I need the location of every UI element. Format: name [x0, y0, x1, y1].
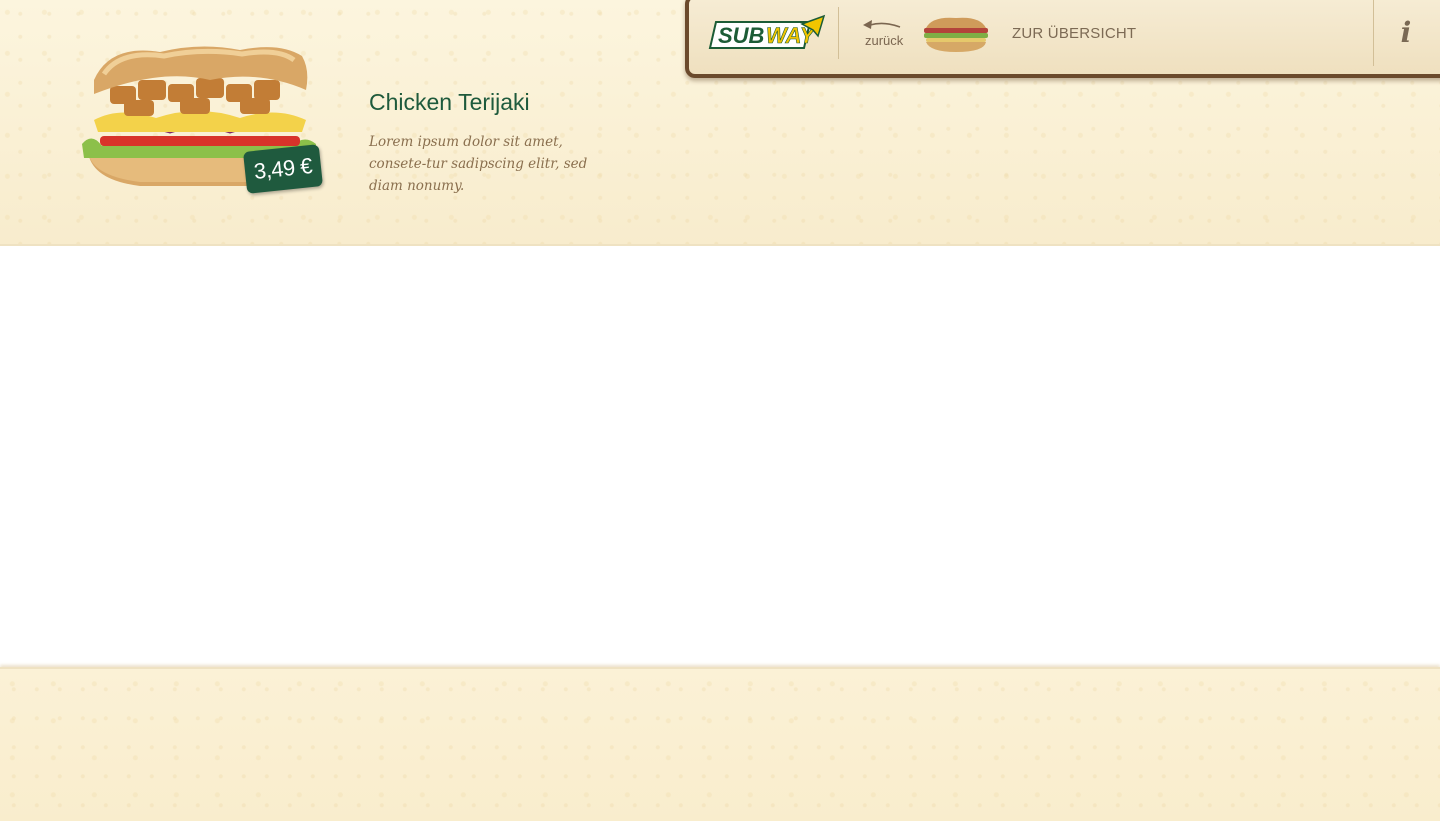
footer-band: [0, 667, 1440, 821]
subway-logo[interactable]: SUB WAY: [706, 14, 826, 50]
product-description: Lorem ipsum dolor sit amet, consete-tur …: [369, 134, 588, 194]
overview-link[interactable]: ZUR ÜBERSICHT: [1012, 25, 1136, 42]
logo-text-sub: SUB: [718, 23, 765, 48]
nav-divider: [838, 7, 839, 59]
back-arrow-icon: [863, 20, 901, 29]
content-area: [0, 246, 1440, 667]
product-title: Chicken Terijaki: [369, 89, 530, 115]
price-badge: 3,49 €: [243, 144, 323, 194]
nav-divider-right: [1373, 0, 1374, 66]
back-label: zurück: [865, 33, 904, 48]
sandwich-thumbnail-icon[interactable]: [922, 14, 990, 54]
back-button[interactable]: zurück: [855, 16, 907, 52]
info-icon[interactable]: i: [1392, 14, 1420, 50]
